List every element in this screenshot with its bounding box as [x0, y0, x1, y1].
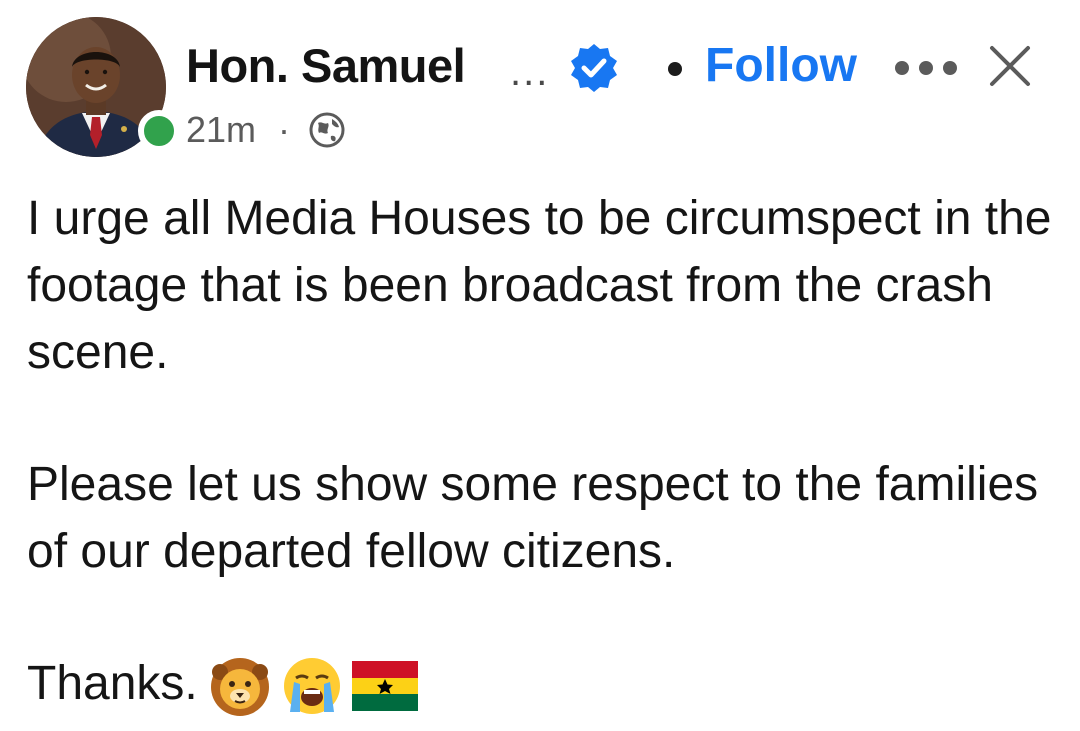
follow-separator-dot: [668, 62, 682, 76]
post-body: I urge all Media Houses to be circumspec…: [27, 185, 1067, 718]
lion-face-emoji: [210, 658, 269, 717]
post-meta: 21m ·: [186, 108, 346, 152]
verified-badge-icon: [571, 44, 617, 92]
emoji-group: [208, 654, 418, 718]
meta-separator: ·: [278, 109, 291, 150]
author-avatar[interactable]: [26, 17, 180, 157]
post-timestamp[interactable]: 21m: [186, 109, 256, 151]
name-truncation: ...: [510, 50, 550, 94]
online-status-dot: [138, 110, 180, 152]
follow-button[interactable]: Follow: [705, 38, 857, 93]
close-icon[interactable]: [988, 44, 1032, 88]
more-options-icon[interactable]: [892, 58, 960, 78]
post-paragraph: I urge all Media Houses to be circumspec…: [27, 192, 1052, 379]
ghana-flag-emoji: [351, 661, 418, 712]
closing-text: Thanks.: [27, 657, 198, 710]
author-name[interactable]: Hon. Samuel: [186, 38, 466, 93]
post-paragraph: Please let us show some respect to the f…: [27, 458, 1039, 578]
globe-icon: [309, 112, 345, 148]
post-paragraph-closing: Thanks.: [27, 650, 1067, 718]
loudly-crying-face-emoji: [283, 658, 340, 715]
